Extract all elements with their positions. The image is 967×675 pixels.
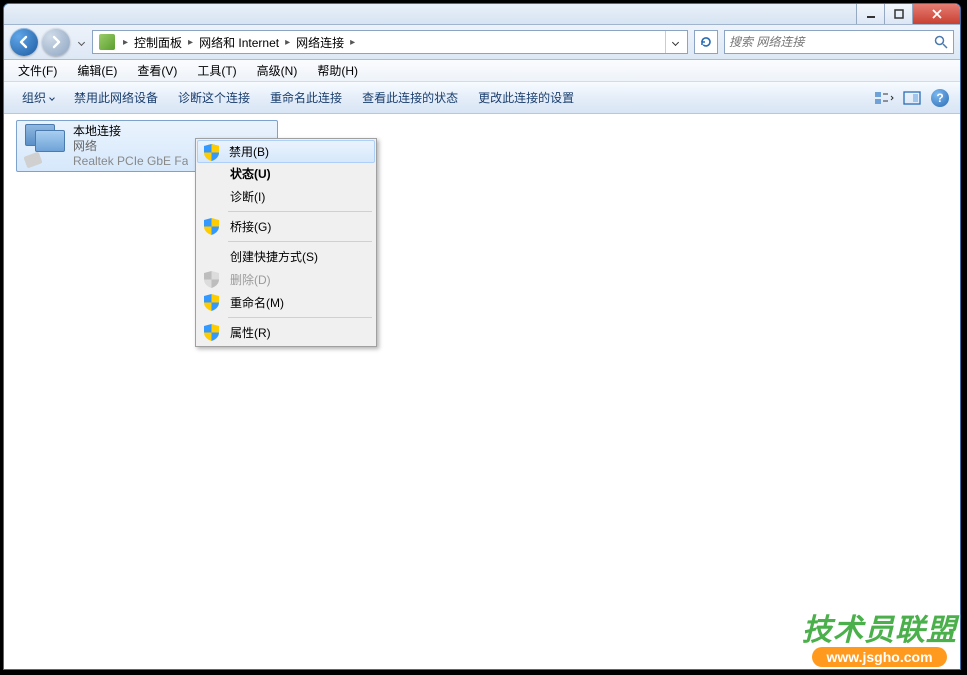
ctx-status[interactable]: 状态(U): [198, 162, 374, 185]
organize-button[interactable]: 组织: [12, 85, 64, 110]
chevron-right-icon: ▸: [184, 37, 197, 48]
shield-icon: [204, 218, 219, 235]
breadcrumb-item[interactable]: 网络连接: [294, 34, 346, 51]
search-box[interactable]: [724, 30, 954, 54]
menu-tools[interactable]: 工具(T): [187, 60, 246, 81]
nav-row: ▸ 控制面板 ▸ 网络和 Internet ▸ 网络连接 ▸: [4, 25, 960, 60]
breadcrumb-item[interactable]: 网络和 Internet: [197, 34, 281, 51]
connection-name: 本地连接: [73, 124, 188, 139]
connection-status: 网络: [73, 139, 188, 154]
chevron-right-icon: ▸: [281, 37, 294, 48]
connection-device: Realtek PCIe GbE Fa: [73, 154, 188, 168]
preview-pane-button[interactable]: [900, 86, 924, 110]
maximize-button[interactable]: [884, 4, 912, 24]
content-area: 本地连接 网络 Realtek PCIe GbE Fa: [4, 114, 960, 669]
minimize-button[interactable]: [856, 4, 884, 24]
control-panel-icon: [99, 34, 115, 50]
help-icon: ?: [931, 89, 949, 107]
shield-icon: [204, 294, 219, 311]
titlebar: [4, 4, 960, 25]
back-button[interactable]: [10, 28, 38, 56]
change-settings-button[interactable]: 更改此连接的设置: [468, 85, 584, 110]
nav-history-dropdown[interactable]: [74, 32, 88, 52]
chevron-right-icon: ▸: [346, 37, 359, 48]
menu-separator: [228, 241, 372, 242]
ctx-disable[interactable]: 禁用(B): [197, 140, 375, 163]
ctx-diagnose[interactable]: 诊断(I): [198, 185, 374, 208]
rename-connection-button[interactable]: 重命名此连接: [260, 85, 352, 110]
menu-file[interactable]: 文件(F): [8, 60, 67, 81]
address-bar[interactable]: ▸ 控制面板 ▸ 网络和 Internet ▸ 网络连接 ▸: [92, 30, 688, 54]
shield-icon: [204, 271, 219, 288]
watermark: 技术员联盟 www.jsgho.com: [802, 605, 957, 667]
forward-button[interactable]: [42, 28, 70, 56]
ctx-delete: 删除(D): [198, 268, 374, 291]
search-input[interactable]: [729, 35, 933, 49]
view-options-button[interactable]: [872, 86, 896, 110]
chevron-right-icon: ▸: [119, 37, 132, 48]
address-dropdown[interactable]: [665, 31, 685, 53]
watermark-url: www.jsgho.com: [812, 647, 946, 667]
diagnose-button[interactable]: 诊断这个连接: [168, 85, 260, 110]
watermark-title: 技术员联盟: [802, 605, 957, 649]
help-button[interactable]: ?: [928, 86, 952, 110]
shield-icon: [204, 324, 219, 341]
breadcrumb-item[interactable]: 控制面板: [132, 34, 184, 51]
disable-device-button[interactable]: 禁用此网络设备: [64, 85, 168, 110]
menu-advanced[interactable]: 高级(N): [247, 60, 308, 81]
view-status-button[interactable]: 查看此连接的状态: [352, 85, 468, 110]
menu-view[interactable]: 查看(V): [127, 60, 187, 81]
ctx-rename[interactable]: 重命名(M): [198, 291, 374, 314]
network-adapter-icon: [23, 124, 65, 166]
ctx-shortcut[interactable]: 创建快捷方式(S): [198, 245, 374, 268]
search-icon: [933, 34, 949, 50]
menu-edit[interactable]: 编辑(E): [67, 60, 127, 81]
ctx-properties[interactable]: 属性(R): [198, 321, 374, 344]
toolbar: 组织 禁用此网络设备 诊断这个连接 重命名此连接 查看此连接的状态 更改此连接的…: [4, 82, 960, 114]
menu-separator: [228, 317, 372, 318]
explorer-window: ▸ 控制面板 ▸ 网络和 Internet ▸ 网络连接 ▸ 文件(F) 编辑(…: [3, 3, 961, 670]
context-menu: 禁用(B) 状态(U) 诊断(I) 桥接(G) 创建快捷方式(S) 删除(D) …: [195, 138, 377, 347]
close-button[interactable]: [912, 4, 960, 24]
menu-separator: [228, 211, 372, 212]
shield-icon: [204, 144, 219, 161]
menubar: 文件(F) 编辑(E) 查看(V) 工具(T) 高级(N) 帮助(H): [4, 60, 960, 82]
menu-help[interactable]: 帮助(H): [307, 60, 368, 81]
refresh-button[interactable]: [694, 30, 718, 54]
ctx-bridge[interactable]: 桥接(G): [198, 215, 374, 238]
